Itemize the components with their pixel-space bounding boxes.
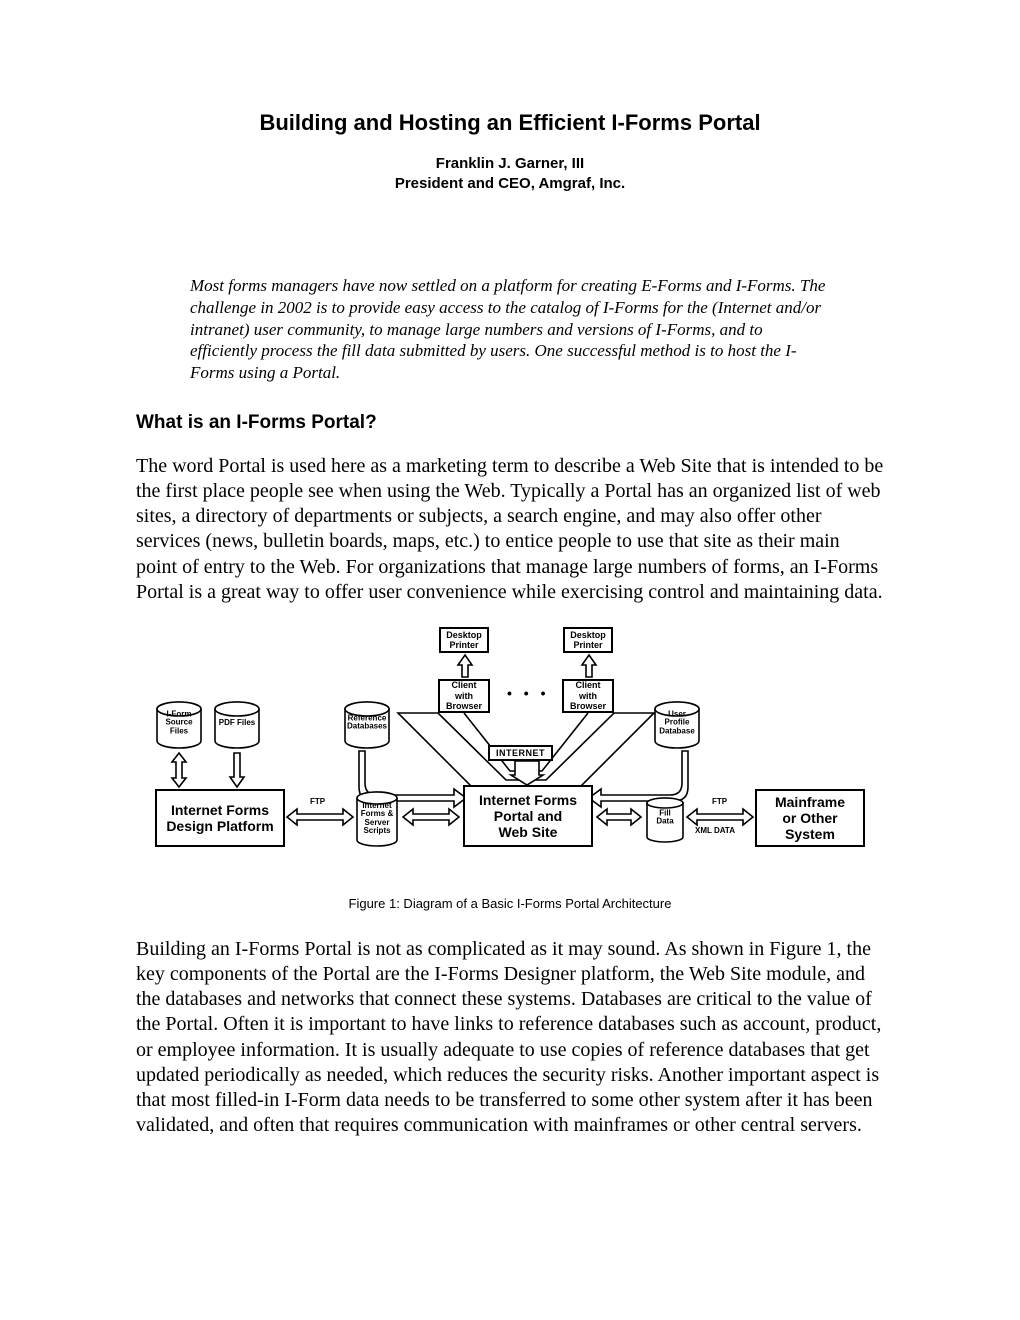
document-title: Building and Hosting an Efficient I-Form…: [136, 110, 884, 136]
reference-databases: ReferenceDatabases: [343, 701, 391, 749]
pdf-files-db: PDF Files: [213, 701, 261, 749]
mainframe-box: Mainframeor OtherSystem: [755, 789, 865, 847]
section-heading: What is an I-Forms Portal?: [136, 412, 884, 434]
arrow-up-icon: [582, 655, 596, 677]
document-page: Building and Hosting an Efficient I-Form…: [0, 0, 1020, 1320]
xml-data-label: XML DATA: [695, 826, 735, 835]
arrow-down-icon: [230, 753, 244, 787]
portal-box: Internet FormsPortal andWeb Site: [463, 785, 593, 847]
abstract: Most forms managers have now settled on …: [190, 275, 830, 384]
figure-1: DesktopPrinter DesktopPrinter Clientwith…: [136, 627, 884, 882]
ftp-label-2: FTP: [712, 797, 727, 806]
desktop-printer-1: DesktopPrinter: [439, 627, 489, 653]
client-browser-1: ClientwithBrowser: [438, 679, 490, 713]
arrow-leftright-icon: [597, 809, 641, 825]
ftp-label-1: FTP: [310, 797, 325, 806]
desktop-printer-2: DesktopPrinter: [563, 627, 613, 653]
design-platform-box: Internet FormsDesign Platform: [155, 789, 285, 847]
forms-scripts-db: InternetForms &ServerScripts: [355, 791, 399, 847]
byline: Franklin J. Garner, III President and CE…: [136, 154, 884, 193]
internet-label: INTERNET: [488, 745, 553, 761]
arrow-leftright-icon: [687, 809, 753, 825]
arrow-leftright-icon: [403, 809, 459, 825]
author-name: Franklin J. Garner, III: [136, 154, 884, 174]
iform-source-files-db: I-FormSourceFiles: [155, 701, 203, 749]
arrow-updown-icon: [172, 753, 186, 787]
arrow-down-neck-icon: [511, 761, 543, 785]
figure-caption: Figure 1: Diagram of a Basic I-Forms Por…: [136, 896, 884, 911]
paragraph-1: The word Portal is used here as a market…: [136, 454, 884, 605]
arrow-leftright-icon: [287, 809, 353, 825]
author-role: President and CEO, Amgraf, Inc.: [136, 174, 884, 194]
arrow-up-icon: [458, 655, 472, 677]
fill-data-db: FillData: [645, 797, 685, 843]
user-profile-db: UserProfileDatabase: [653, 701, 701, 749]
architecture-diagram: DesktopPrinter DesktopPrinter Clientwith…: [155, 627, 865, 877]
client-browser-2: ClientwithBrowser: [562, 679, 614, 713]
ellipsis: • • •: [507, 685, 549, 701]
paragraph-2: Building an I-Forms Portal is not as com…: [136, 937, 884, 1139]
